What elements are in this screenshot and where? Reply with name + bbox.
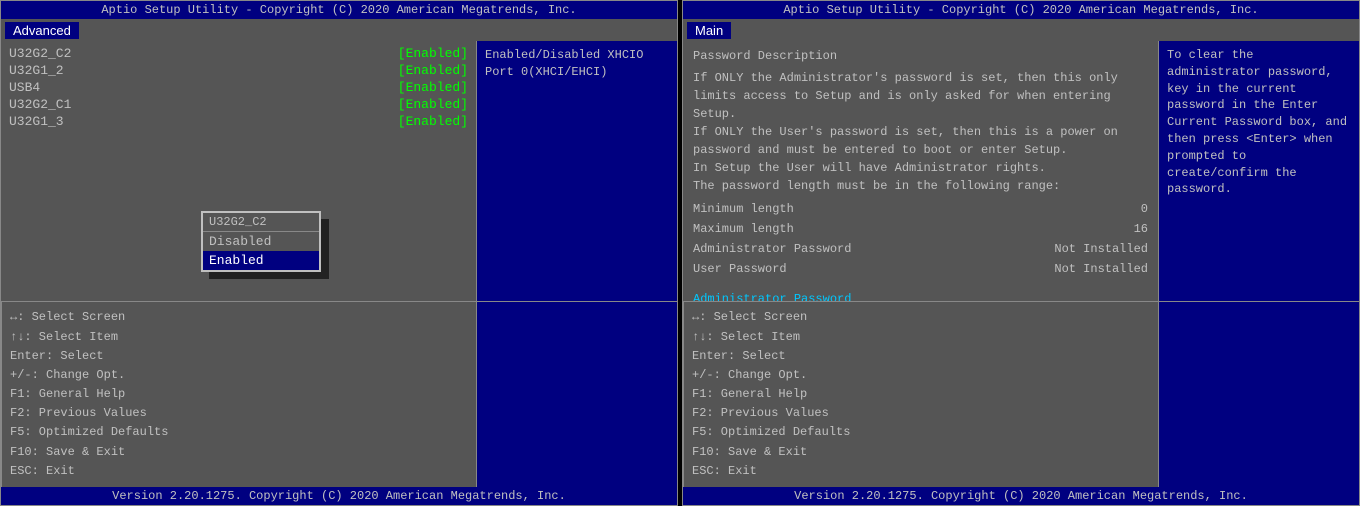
right-header: Aptio Setup Utility - Copyright (C) 2020…	[683, 1, 1359, 19]
left-help-pane: Enabled/Disabled XHCIO Port 0(XHCI/EHCI)	[477, 41, 677, 301]
pwd-desc-title: Password Description	[693, 47, 1148, 65]
left-panel: Aptio Setup Utility - Copyright (C) 2020…	[0, 0, 678, 506]
setting-usb4[interactable]: USB4 [Enabled]	[9, 79, 468, 96]
pwd-min-label: Minimum length	[693, 200, 794, 218]
setting-name-u32g2c2: U32G2_C2	[9, 46, 71, 61]
left-nav-line-5: F1: General Help	[10, 385, 468, 404]
password-description: Password Description If ONLY the Adminis…	[693, 47, 1148, 195]
admin-password-action[interactable]: Administrator Password	[693, 289, 1148, 301]
setting-u32g13[interactable]: U32G1_3 [Enabled]	[9, 113, 468, 130]
left-nav-line-2: ↑↓: Select Item	[10, 328, 468, 347]
right-nav-line-3: Enter: Select	[692, 347, 1150, 366]
advanced-tab[interactable]: Advanced	[5, 22, 79, 39]
main-content-pane: Password Description If ONLY the Adminis…	[683, 41, 1159, 301]
pwd-user-value: Not Installed	[1054, 260, 1148, 278]
right-nav-line-4: +/-: Change Opt.	[692, 366, 1150, 385]
left-footer: Version 2.20.1275. Copyright (C) 2020 Am…	[1, 487, 677, 505]
right-help-text: To clear the administrator password, key…	[1167, 48, 1347, 196]
left-tab-row: Advanced	[1, 19, 677, 41]
right-nav-line-1: ↔: Select Screen	[692, 308, 1150, 327]
setting-name-u32g13: U32G1_3	[9, 114, 64, 129]
right-nav-pane: ↔: Select Screen ↑↓: Select Item Enter: …	[683, 302, 1159, 487]
dropdown-item-enabled[interactable]: Enabled	[203, 251, 319, 270]
left-nav-line-7: F5: Optimized Defaults	[10, 423, 468, 442]
pwd-desc-line4: If ONLY the User's password is set, then…	[693, 123, 1148, 141]
left-header: Aptio Setup Utility - Copyright (C) 2020…	[1, 1, 677, 19]
left-nav-line-8: F10: Save & Exit	[10, 443, 468, 462]
pwd-desc-line1: If ONLY the Administrator's password is …	[693, 69, 1148, 87]
right-nav-line-6: F2: Previous Values	[692, 404, 1150, 423]
right-footer: Version 2.20.1275. Copyright (C) 2020 Am…	[683, 487, 1359, 505]
pwd-min-length: Minimum length 0	[693, 199, 1148, 219]
pwd-min-value: 0	[1141, 200, 1148, 218]
left-nav-line-3: Enter: Select	[10, 347, 468, 366]
pwd-admin-label: Administrator Password	[693, 240, 851, 258]
dropdown-item-disabled[interactable]: Disabled	[203, 232, 319, 251]
pwd-admin-status: Administrator Password Not Installed	[693, 239, 1148, 259]
right-tab-row: Main	[683, 19, 1359, 41]
setting-value-u32g2c1: [Enabled]	[398, 97, 468, 112]
left-content: U32G2_C2 [Enabled] U32G1_2 [Enabled] USB…	[1, 41, 677, 301]
dropdown-title: U32G2_C2	[203, 213, 319, 232]
main-tab[interactable]: Main	[687, 22, 731, 39]
left-nav-line-6: F2: Previous Values	[10, 404, 468, 423]
setting-value-u32g2c2: [Enabled]	[398, 46, 468, 61]
setting-name-u32g2c1: U32G2_C1	[9, 97, 71, 112]
left-nav-pane: ↔: Select Screen ↑↓: Select Item Enter: …	[1, 302, 477, 487]
right-nav-line-9: ESC: Exit	[692, 462, 1150, 481]
setting-value-usb4: [Enabled]	[398, 80, 468, 95]
pwd-max-length: Maximum length 16	[693, 219, 1148, 239]
pwd-user-label: User Password	[693, 260, 787, 278]
right-help-pane: To clear the administrator password, key…	[1159, 41, 1359, 301]
setting-name-usb4: USB4	[9, 80, 40, 95]
pwd-desc-line2: limits access to Setup and is only asked…	[693, 87, 1148, 105]
right-help-bottom	[1159, 302, 1359, 487]
pwd-desc-line7: The password length must be in the follo…	[693, 177, 1148, 195]
pwd-max-value: 16	[1134, 220, 1148, 238]
setting-value-u32g13: [Enabled]	[398, 114, 468, 129]
right-nav-line-7: F5: Optimized Defaults	[692, 423, 1150, 442]
dropdown-popup: U32G2_C2 Disabled Enabled	[201, 211, 321, 272]
right-panel: Aptio Setup Utility - Copyright (C) 2020…	[682, 0, 1360, 506]
right-nav-line-2: ↑↓: Select Item	[692, 328, 1150, 347]
left-help-text: Enabled/Disabled XHCIO Port 0(XHCI/EHCI)	[485, 48, 643, 79]
setting-u32g2c2[interactable]: U32G2_C2 [Enabled]	[9, 45, 468, 62]
setting-value-u32g12: [Enabled]	[398, 63, 468, 78]
setting-u32g2c1[interactable]: U32G2_C1 [Enabled]	[9, 96, 468, 113]
left-nav-line-4: +/-: Change Opt.	[10, 366, 468, 385]
setting-name-u32g12: U32G1_2	[9, 63, 64, 78]
pwd-admin-value: Not Installed	[1054, 240, 1148, 258]
pwd-desc-line5: password and must be entered to boot or …	[693, 141, 1148, 159]
settings-pane: U32G2_C2 [Enabled] U32G1_2 [Enabled] USB…	[1, 41, 477, 301]
pwd-user-status: User Password Not Installed	[693, 259, 1148, 279]
pwd-max-label: Maximum length	[693, 220, 794, 238]
right-nav-line-5: F1: General Help	[692, 385, 1150, 404]
left-nav-line-9: ESC: Exit	[10, 462, 468, 481]
pwd-desc-line3: Setup.	[693, 105, 1148, 123]
right-content: Password Description If ONLY the Adminis…	[683, 41, 1359, 301]
pwd-desc-line6: In Setup the User will have Administrato…	[693, 159, 1148, 177]
left-help-bottom	[477, 302, 677, 487]
right-nav-line-8: F10: Save & Exit	[692, 443, 1150, 462]
setting-u32g12[interactable]: U32G1_2 [Enabled]	[9, 62, 468, 79]
left-nav-line-1: ↔: Select Screen	[10, 308, 468, 327]
